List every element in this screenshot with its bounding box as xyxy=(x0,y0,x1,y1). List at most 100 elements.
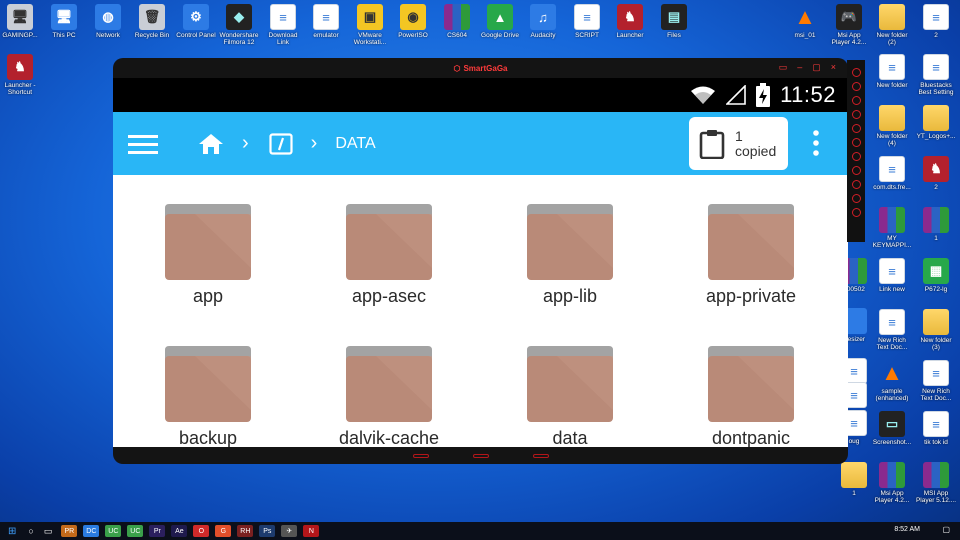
desktop-shortcut[interactable]: ≡ emulator xyxy=(304,4,348,39)
folder-item[interactable]: dontpanic xyxy=(661,346,841,447)
desktop-shortcut[interactable]: ≡ com.dts.fre... xyxy=(870,156,914,191)
close-button[interactable]: × xyxy=(831,62,836,73)
desktop-shortcut[interactable]: ♞ Launcher - Shortcut xyxy=(0,54,42,96)
taskbar-app-icon[interactable]: RH xyxy=(237,525,254,537)
taskbar-app-icon[interactable]: ✈ xyxy=(281,525,298,537)
start-button-icon[interactable]: ⊞ xyxy=(8,526,16,537)
emulator-title: SmartGaGa xyxy=(463,63,508,73)
desktop-shortcut[interactable]: CS604 xyxy=(435,4,479,39)
back-button[interactable] xyxy=(412,453,429,458)
desktop-shortcut[interactable]: Msi App Player 4.2... xyxy=(870,462,914,504)
notifications-icon[interactable]: ▢ xyxy=(942,525,950,534)
taskbar-app-icon[interactable]: O xyxy=(193,525,210,537)
home-button[interactable] xyxy=(472,453,489,458)
desktop-shortcut-label: Launcher xyxy=(616,32,644,39)
taskbar-app-icon[interactable]: UC xyxy=(105,525,122,537)
folder-item[interactable]: dalvik-cache xyxy=(299,346,479,447)
desktop-shortcut[interactable]: New folder (4) xyxy=(870,105,914,147)
desktop-shortcut[interactable]: ≡ New folder xyxy=(870,54,914,89)
desktop-shortcut[interactable]: ◉ PowerISO xyxy=(391,4,435,39)
folder-icon: ≡ xyxy=(879,54,905,80)
more-options-icon[interactable] xyxy=(813,130,819,156)
desktop-shortcut[interactable]: ◆ Wondershare Filmora 12 xyxy=(217,4,261,46)
folder-item[interactable]: app xyxy=(118,204,298,307)
taskbar-app-icon[interactable]: UC xyxy=(127,525,144,537)
desktop-shortcut[interactable]: ⚙ Control Panel xyxy=(174,4,218,39)
desktop-shortcut[interactable]: New folder (2) xyxy=(870,4,914,46)
folder-item[interactable]: data xyxy=(480,346,660,447)
desktop-shortcut[interactable]: 🖥 GAMINGP... xyxy=(0,4,42,39)
emulator-title-bar[interactable]: ⬡ SmartGaGa xyxy=(113,58,848,78)
minimize-button[interactable]: – xyxy=(797,62,802,73)
keymap-button[interactable]: ▭ xyxy=(779,62,788,73)
desktop-shortcut[interactable]: ♞ Launcher xyxy=(608,4,652,39)
sidebar-tool-icon[interactable] xyxy=(851,96,861,105)
desktop-shortcut[interactable]: 1 xyxy=(914,207,958,242)
home-icon[interactable] xyxy=(198,133,224,155)
sidebar-tool-icon[interactable] xyxy=(851,166,861,175)
folder-icon xyxy=(708,204,794,280)
desktop-shortcut[interactable]: ≡ New Rich Text Doc... xyxy=(870,309,914,351)
maximize-button[interactable]: ▢ xyxy=(812,62,821,73)
desktop-shortcut[interactable]: ▤ Files xyxy=(652,4,696,39)
desktop-shortcut[interactable]: ▭ Screenshot... xyxy=(870,411,914,446)
desktop-shortcut[interactable]: ▣ VMware Workstati... xyxy=(348,4,392,46)
taskbar-app-icon[interactable]: G xyxy=(215,525,232,537)
desktop-shortcut[interactable]: ◍ Network xyxy=(86,4,130,39)
desktop-shortcut[interactable]: ≡ SCRIPT xyxy=(565,4,609,39)
sidebar-tool-icon[interactable] xyxy=(851,68,861,77)
desktop-shortcut[interactable]: MY KEYMAPPI... xyxy=(870,207,914,249)
sidebar-tool-icon[interactable] xyxy=(851,124,861,133)
sidebar-tool-icon[interactable] xyxy=(851,194,861,203)
desktop-shortcut[interactable]: ♞ 2 xyxy=(914,156,958,191)
desktop-shortcut-label: 1 xyxy=(852,490,856,497)
folder-item[interactable]: app-asec xyxy=(299,204,479,307)
desktop-shortcut[interactable]: ≡ 2 xyxy=(914,4,958,39)
task-view-icon[interactable]: ▭ xyxy=(44,526,53,537)
desktop-shortcut-label: Msi App Player 4.2... xyxy=(874,490,910,504)
folder-icon xyxy=(165,346,251,422)
desktop-shortcut[interactable]: ≡ Bluestacks Best Setting xyxy=(914,54,958,96)
taskbar-app-icon[interactable]: Ae xyxy=(171,525,188,537)
desktop-shortcut[interactable]: ▲ sample (enhanced) xyxy=(870,360,914,402)
desktop-shortcut[interactable]: 1 xyxy=(832,462,876,497)
breadcrumb-current[interactable]: DATA xyxy=(335,135,375,153)
desktop-shortcut[interactable]: MSI App Player 5.12.... xyxy=(914,462,958,504)
emulator-sidebar xyxy=(847,60,865,242)
clipboard-copied-badge[interactable]: 1 copied xyxy=(689,117,788,170)
desktop-shortcut[interactable]: ▲ Google Drive xyxy=(478,4,522,39)
desktop-shortcut[interactable]: YT_Logos+... xyxy=(914,105,958,140)
sidebar-tool-icon[interactable] xyxy=(851,110,861,119)
desktop-shortcut[interactable]: 🎮 Msi App Player 4.2... xyxy=(827,4,871,46)
sidebar-tool-icon[interactable] xyxy=(851,180,861,189)
recents-button[interactable] xyxy=(532,453,549,458)
folder-item[interactable]: backup xyxy=(118,346,298,447)
desktop-shortcut[interactable]: New folder (3) xyxy=(914,309,958,351)
sidebar-tool-icon[interactable] xyxy=(851,138,861,147)
taskbar-app-icon[interactable]: N xyxy=(303,525,320,537)
root-folder-icon[interactable] xyxy=(269,132,293,155)
desktop-shortcut[interactable]: 🗑 Recycle Bin xyxy=(130,4,174,39)
folder-icon xyxy=(841,462,867,488)
folder-item[interactable]: app-private xyxy=(661,204,841,307)
sidebar-tool-icon[interactable] xyxy=(851,152,861,161)
taskbar-clock[interactable]: 8:52 AM xyxy=(894,526,920,533)
desktop-shortcut[interactable]: ♫ Audacity xyxy=(521,4,565,39)
sidebar-tool-icon[interactable] xyxy=(851,82,861,91)
desktop-shortcut[interactable]: ≡ New Rich Text Doc... xyxy=(914,360,958,402)
search-icon[interactable]: ○ xyxy=(28,526,33,536)
desktop-shortcut[interactable]: ▲ msi_01 xyxy=(783,4,827,39)
taskbar-app-icon[interactable]: Ps xyxy=(259,525,276,537)
desktop-shortcut[interactable]: ≡ Download Link xyxy=(261,4,305,46)
desktop-shortcut[interactable]: ▦ P672-lg xyxy=(914,258,958,293)
taskbar-app-icon[interactable]: PR xyxy=(61,525,78,537)
taskbar-app-icon[interactable]: DC xyxy=(83,525,100,537)
menu-icon[interactable] xyxy=(128,134,158,154)
folder-name: backup xyxy=(178,428,238,447)
desktop-shortcut[interactable]: ≡ Link new xyxy=(870,258,914,293)
desktop-shortcut[interactable]: ≡ tik tok id xyxy=(914,411,958,446)
taskbar-app-icon[interactable]: Pr xyxy=(149,525,166,537)
folder-item[interactable]: app-lib xyxy=(480,204,660,307)
desktop-shortcut[interactable]: 🖥 This PC xyxy=(42,4,86,39)
sidebar-tool-icon[interactable] xyxy=(851,208,861,217)
